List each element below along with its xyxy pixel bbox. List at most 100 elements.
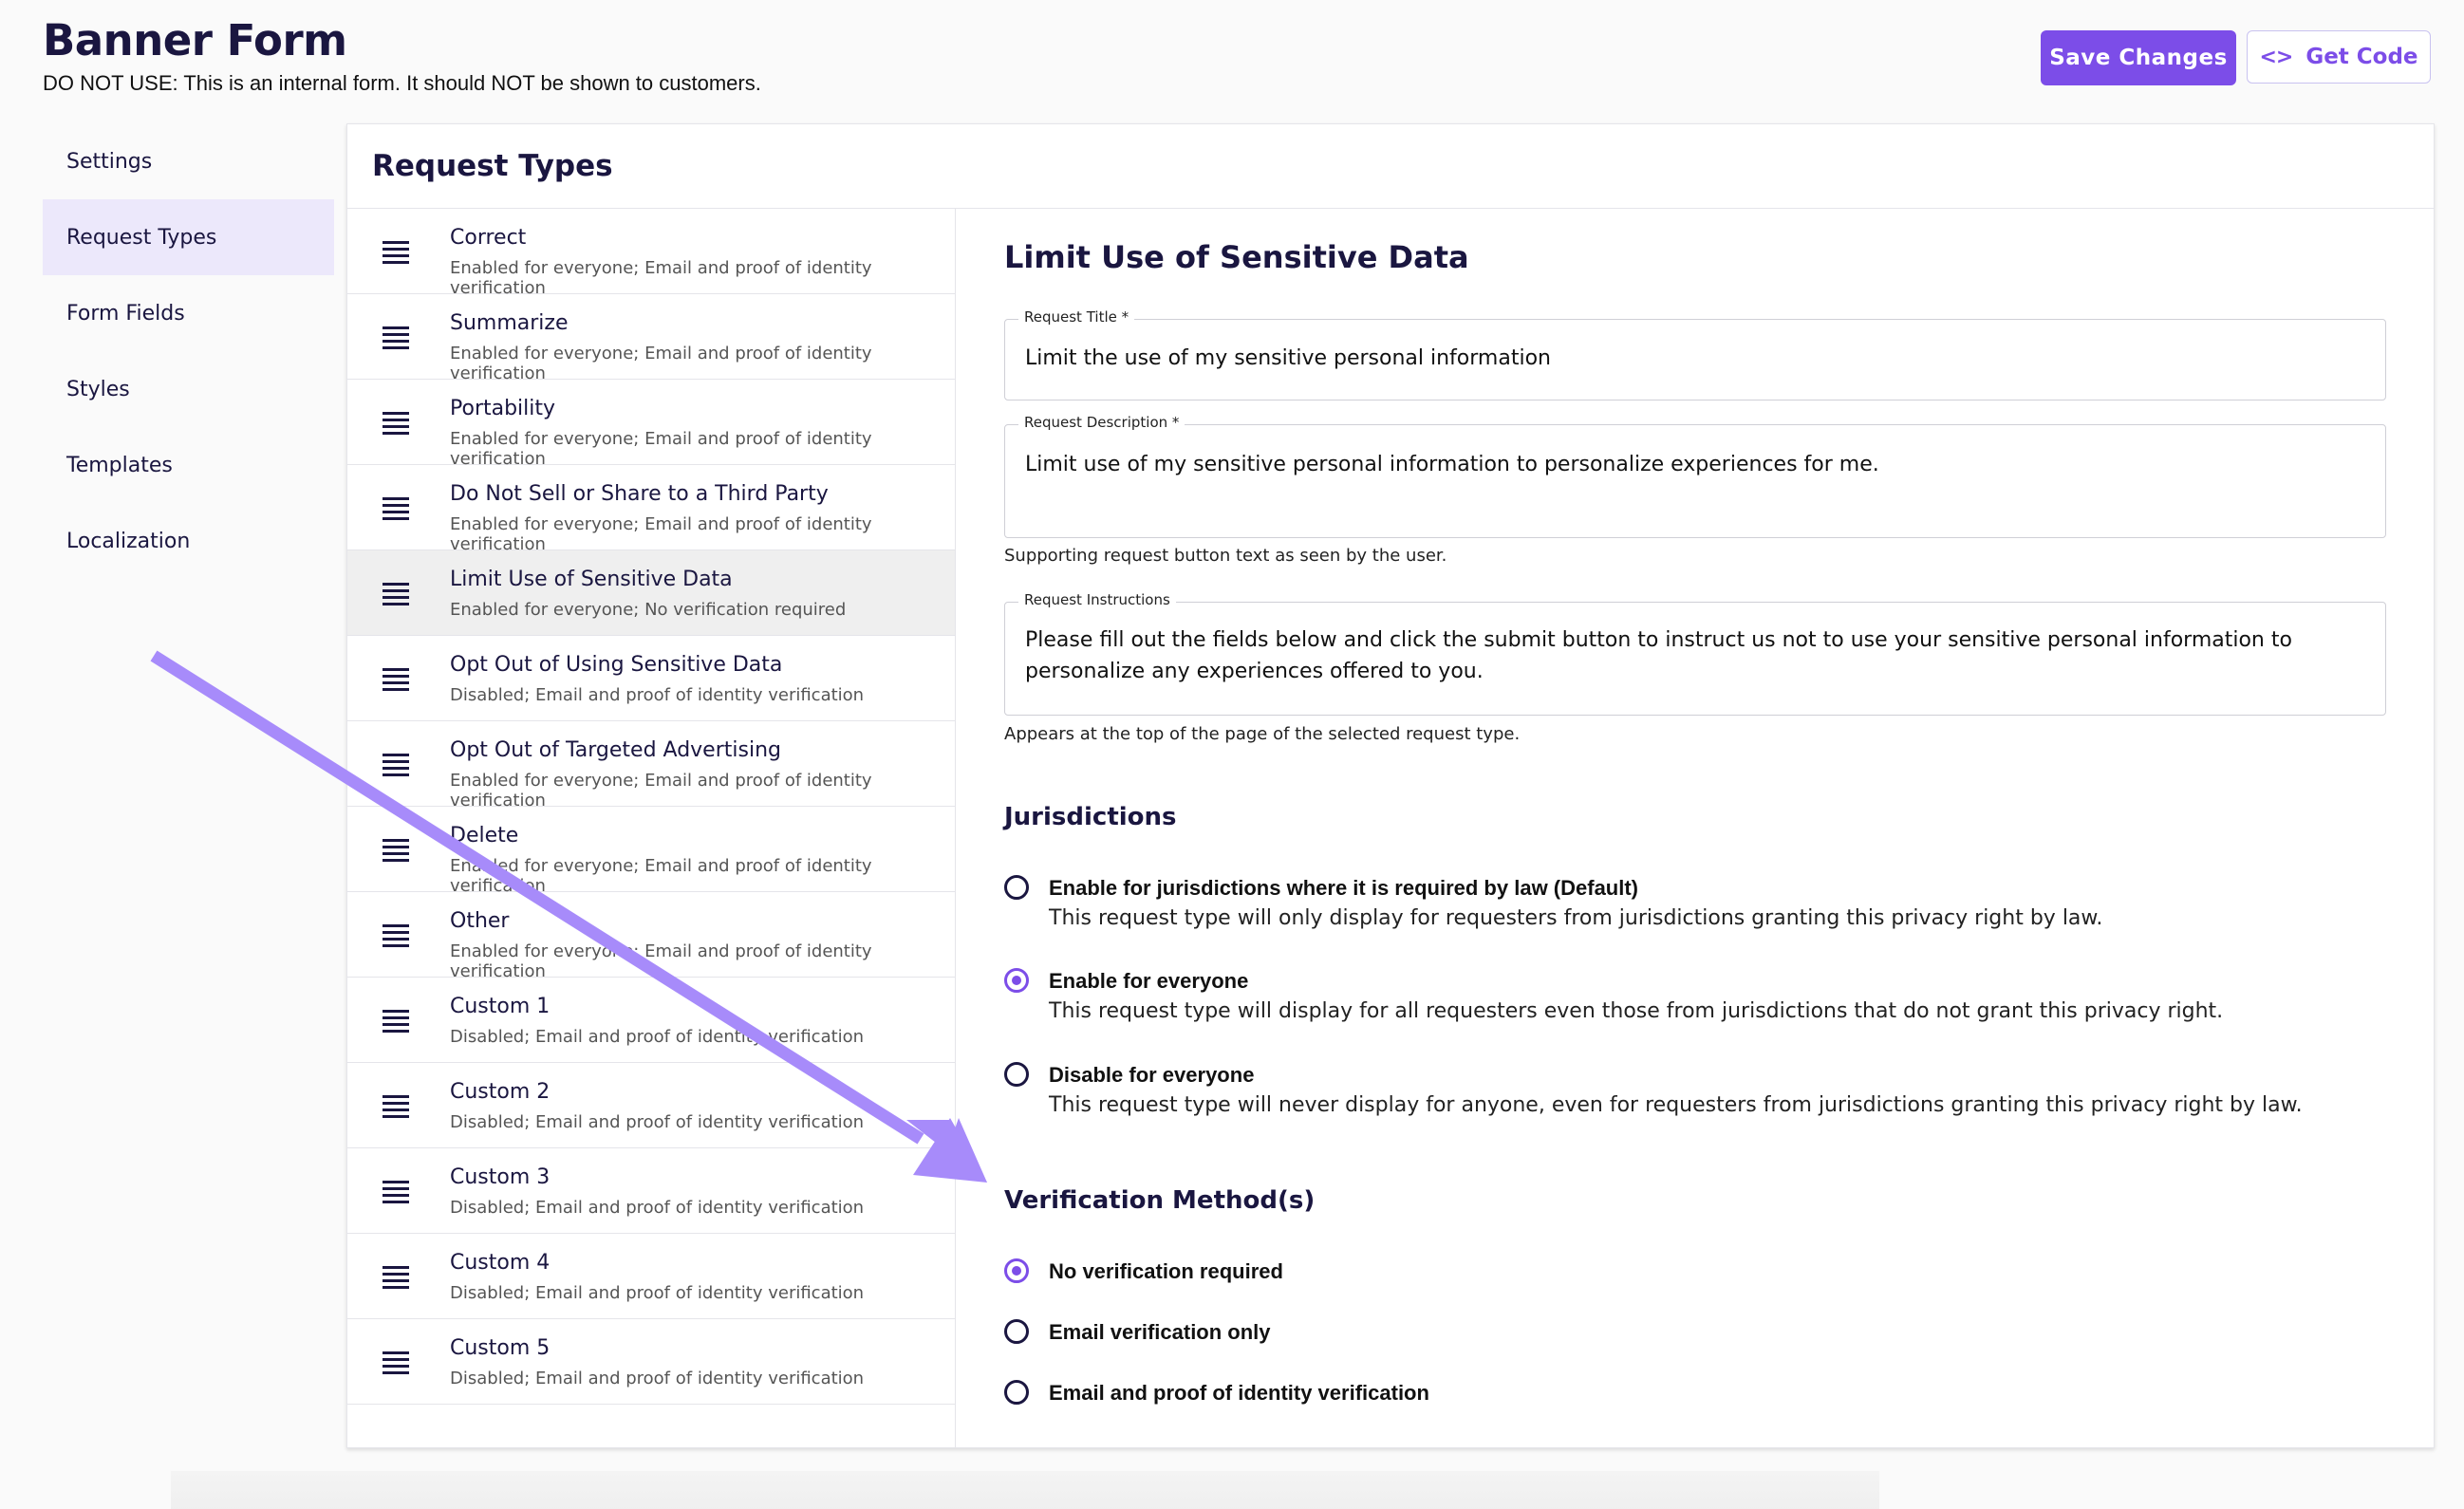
- sidebar-item-label: Localization: [66, 529, 191, 553]
- request-description-field[interactable]: Request Description * Limit use of my se…: [1004, 414, 2386, 538]
- verification-email-label[interactable]: Email verification only: [1049, 1320, 1271, 1345]
- list-item-title: Correct: [450, 226, 527, 250]
- list-item-title: Do Not Sell or Share to a Third Party: [450, 482, 829, 506]
- list-item[interactable]: Other Enabled for everyone; Email and pr…: [347, 892, 955, 981]
- request-description-value[interactable]: Limit use of my sensitive personal infor…: [1025, 449, 2354, 480]
- jurisdiction-disable-desc: This request type will never display for…: [1049, 1093, 2303, 1117]
- get-code-button[interactable]: <> Get Code: [2247, 30, 2431, 84]
- list-item-status: Enabled for everyone; Email and proof of…: [450, 344, 872, 383]
- list-item[interactable]: Custom 5 Disabled; Email and proof of id…: [347, 1319, 955, 1405]
- sidebar-item-settings[interactable]: Settings: [43, 123, 334, 199]
- drag-handle-icon[interactable]: [383, 924, 409, 951]
- request-instructions-label: Request Instructions: [1018, 591, 1176, 608]
- list-item-status: Enabled for everyone; Email and proof of…: [450, 856, 872, 896]
- sidebar-item-styles[interactable]: Styles: [43, 351, 334, 427]
- jurisdiction-required-label[interactable]: Enable for jurisdictions where it is req…: [1049, 876, 1638, 901]
- list-item[interactable]: Custom 3 Disabled; Email and proof of id…: [347, 1148, 955, 1234]
- list-item[interactable]: Do Not Sell or Share to a Third Party En…: [347, 465, 955, 554]
- list-item-status: Enabled for everyone; Email and proof of…: [450, 258, 872, 298]
- list-item-title: Other: [450, 909, 510, 933]
- list-item[interactable]: Custom 2 Disabled; Email and proof of id…: [347, 1063, 955, 1148]
- sidebar-item-templates[interactable]: Templates: [43, 427, 334, 503]
- request-instructions-field[interactable]: Request Instructions Please fill out the…: [1004, 591, 2386, 716]
- jurisdiction-required-desc: This request type will only display for …: [1049, 906, 2103, 930]
- request-title-field[interactable]: Request Title * Limit the use of my sens…: [1004, 308, 2386, 401]
- drag-handle-icon[interactable]: [383, 583, 409, 609]
- verification-email-radio[interactable]: [1004, 1319, 1029, 1344]
- save-changes-button[interactable]: Save Changes: [2041, 30, 2236, 85]
- detail-title: Limit Use of Sensitive Data: [1004, 239, 1469, 275]
- drag-handle-icon[interactable]: [383, 241, 409, 268]
- verification-email-identity-label[interactable]: Email and proof of identity verification: [1049, 1381, 1429, 1406]
- list-item-title: Limit Use of Sensitive Data: [450, 568, 733, 591]
- list-item[interactable]: Correct Enabled for everyone; Email and …: [347, 209, 955, 298]
- sidebar-item-request-types[interactable]: Request Types: [43, 199, 334, 275]
- sidebar-item-label: Form Fields: [66, 301, 185, 326]
- jurisdiction-everyone-radio[interactable]: [1004, 968, 1029, 993]
- sidebar-item-localization[interactable]: Localization: [43, 503, 334, 579]
- list-item-title: Portability: [450, 397, 556, 420]
- list-item-status: Disabled; Email and proof of identity ve…: [450, 685, 865, 705]
- drag-handle-icon[interactable]: [383, 1010, 409, 1036]
- bottom-shadow: [171, 1471, 1879, 1509]
- list-item-title: Custom 1: [450, 995, 551, 1018]
- request-title-value[interactable]: Limit the use of my sensitive personal i…: [1025, 343, 2354, 374]
- get-code-label: Get Code: [2305, 45, 2418, 69]
- list-item[interactable]: Custom 1 Disabled; Email and proof of id…: [347, 978, 955, 1063]
- sidebar-item-label: Settings: [66, 149, 153, 174]
- list-item-title: Delete: [450, 824, 519, 848]
- verification-none-label[interactable]: No verification required: [1049, 1259, 1283, 1284]
- drag-handle-icon[interactable]: [383, 754, 409, 780]
- list-item-status: Disabled; Email and proof of identity ve…: [450, 1027, 865, 1047]
- list-item-title: Custom 4: [450, 1251, 551, 1275]
- list-item[interactable]: Opt Out of Using Sensitive Data Disabled…: [347, 636, 955, 721]
- request-instructions-helper: Appears at the top of the page of the se…: [1004, 724, 1521, 744]
- verification-heading: Verification Method(s): [1004, 1186, 1316, 1215]
- drag-handle-icon[interactable]: [383, 1181, 409, 1207]
- drag-handle-icon[interactable]: [383, 1351, 409, 1378]
- drag-handle-icon[interactable]: [383, 497, 409, 524]
- list-item-selected[interactable]: Limit Use of Sensitive Data Enabled for …: [347, 550, 955, 636]
- verification-email-identity-radio[interactable]: [1004, 1380, 1029, 1405]
- drag-handle-icon[interactable]: [383, 1266, 409, 1293]
- list-item-status: Enabled for everyone; Email and proof of…: [450, 514, 872, 554]
- page-subtitle: DO NOT USE: This is an internal form. It…: [43, 71, 761, 95]
- list-item-title: Custom 5: [450, 1336, 551, 1360]
- list-item-title: Custom 3: [450, 1165, 551, 1189]
- list-item[interactable]: Summarize Enabled for everyone; Email an…: [347, 294, 955, 383]
- drag-handle-icon[interactable]: [383, 839, 409, 866]
- request-description-label: Request Description *: [1018, 414, 1185, 431]
- list-item-status: Enabled for everyone; Email and proof of…: [450, 771, 872, 810]
- jurisdictions-heading: Jurisdictions: [1004, 803, 1177, 831]
- list-item[interactable]: Custom 4 Disabled; Email and proof of id…: [347, 1234, 955, 1319]
- list-item-status: Enabled for everyone; Email and proof of…: [450, 429, 872, 469]
- list-item-status: Disabled; Email and proof of identity ve…: [450, 1112, 865, 1132]
- list-item-status: Enabled for everyone; No verification re…: [450, 600, 847, 620]
- list-item-title: Opt Out of Targeted Advertising: [450, 738, 781, 762]
- request-description-helper: Supporting request button text as seen b…: [1004, 546, 1447, 566]
- request-instructions-value[interactable]: Please fill out the fields below and cli…: [1025, 624, 2354, 687]
- jurisdiction-required-radio[interactable]: [1004, 875, 1029, 900]
- code-icon: <>: [2259, 45, 2293, 69]
- list-item[interactable]: Delete Enabled for everyone; Email and p…: [347, 807, 955, 896]
- drag-handle-icon[interactable]: [383, 412, 409, 438]
- jurisdiction-disable-label[interactable]: Disable for everyone: [1049, 1063, 1254, 1088]
- jurisdiction-everyone-desc: This request type will display for all r…: [1049, 999, 2224, 1023]
- card-title: Request Types: [372, 149, 613, 183]
- drag-handle-icon[interactable]: [383, 668, 409, 695]
- drag-handle-icon[interactable]: [383, 1095, 409, 1122]
- jurisdiction-everyone-label[interactable]: Enable for everyone: [1049, 969, 1248, 994]
- sidebar-item-form-fields[interactable]: Form Fields: [43, 275, 334, 351]
- request-type-list: Correct Enabled for everyone; Email and …: [347, 209, 956, 1447]
- list-item-title: Opt Out of Using Sensitive Data: [450, 653, 783, 677]
- jurisdiction-disable-radio[interactable]: [1004, 1062, 1029, 1087]
- list-item[interactable]: Opt Out of Targeted Advertising Enabled …: [347, 721, 955, 810]
- list-item-title: Summarize: [450, 311, 569, 335]
- sidebar-item-label: Styles: [66, 377, 130, 401]
- drag-handle-icon[interactable]: [383, 326, 409, 353]
- verification-none-radio[interactable]: [1004, 1258, 1029, 1283]
- request-types-card: Request Types Correct Enabled for everyo…: [346, 123, 2435, 1448]
- list-item[interactable]: Portability Enabled for everyone; Email …: [347, 380, 955, 469]
- list-item-status: Enabled for everyone; Email and proof of…: [450, 941, 872, 981]
- sidebar-nav: Settings Request Types Form Fields Style…: [43, 123, 334, 579]
